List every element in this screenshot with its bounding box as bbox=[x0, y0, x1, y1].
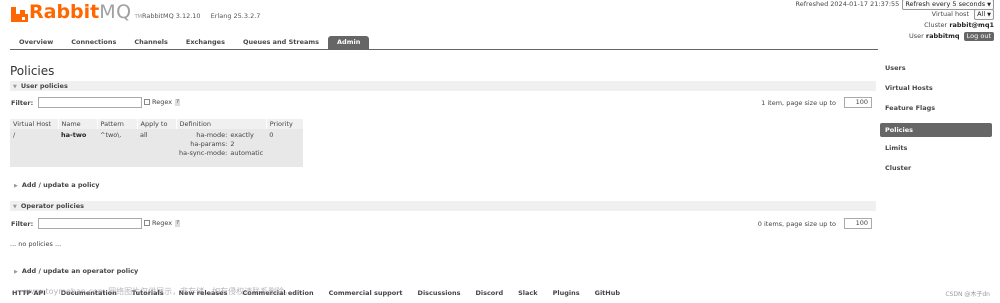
tab-divider bbox=[10, 49, 878, 50]
help-icon[interactable]: ? bbox=[175, 219, 181, 227]
operator-policies-filter-input[interactable] bbox=[38, 218, 142, 229]
logo-text-rabbit: Rabbit bbox=[29, 1, 100, 23]
expand-triangle-icon: ▶ bbox=[14, 269, 18, 275]
cell-pattern: ^two\. bbox=[97, 129, 137, 167]
filter-label: Filter: bbox=[11, 220, 34, 228]
cluster-label: Cluster bbox=[924, 21, 948, 29]
column-header[interactable]: Priority bbox=[266, 119, 304, 129]
definition-value: 2 bbox=[230, 140, 235, 148]
user-policies-table: Virtual Host Name Pattern Apply to Defin… bbox=[10, 119, 304, 167]
collapse-triangle-icon: ▼ bbox=[13, 84, 17, 90]
version-info: RabbitMQ 3.12.10 Erlang 25.3.2.7 bbox=[142, 12, 268, 20]
sidebar-item-users[interactable]: Users bbox=[880, 60, 992, 80]
regex-label: Regex bbox=[152, 219, 173, 227]
virtual-host-select[interactable]: All ▼ bbox=[974, 9, 994, 20]
definition-key: ha-sync-mode: bbox=[179, 149, 228, 157]
user-policies-filter-input[interactable] bbox=[38, 97, 142, 108]
definition-value: automatic bbox=[230, 149, 264, 157]
logo-trademark: TM bbox=[134, 14, 142, 20]
footer-link-commercial-support[interactable]: Commercial support bbox=[329, 289, 403, 297]
header-status: Refreshed 2024-01-17 21:37:55 Refresh ev… bbox=[796, 0, 994, 41]
collapse-triangle-icon: ▼ bbox=[13, 204, 17, 210]
cell-vhost: / bbox=[10, 129, 58, 167]
rabbitmq-logo[interactable]: Rabbit MQ TM bbox=[11, 3, 142, 22]
virtual-host-label: Virtual host bbox=[931, 10, 969, 18]
page-size-input[interactable]: 100 bbox=[844, 97, 872, 108]
regex-checkbox[interactable] bbox=[144, 220, 150, 226]
tab-connections[interactable]: Connections bbox=[62, 36, 125, 49]
footer-link-github[interactable]: GitHub bbox=[595, 289, 620, 297]
regex-option: Regex ? bbox=[144, 219, 181, 227]
sidebar-item-cluster[interactable]: Cluster bbox=[880, 160, 992, 180]
chevron-down-icon: ▼ bbox=[987, 12, 991, 18]
cell-policy-name[interactable]: ha-two bbox=[58, 129, 97, 167]
page-size-input[interactable]: 100 bbox=[844, 218, 872, 229]
sidebar-item-virtual-hosts[interactable]: Virtual Hosts bbox=[880, 80, 992, 100]
footer-link-discord[interactable]: Discord bbox=[475, 289, 503, 297]
cluster-name: rabbit@mq1 bbox=[949, 21, 994, 29]
footer-link-slack[interactable]: Slack bbox=[518, 289, 537, 297]
no-policies-message: ... no policies ... bbox=[10, 240, 62, 248]
rabbitmq-logo-icon bbox=[11, 7, 28, 22]
main-tabs: Overview Connections Channels Exchanges … bbox=[10, 36, 370, 49]
column-header[interactable]: Name bbox=[58, 119, 98, 129]
regex-checkbox[interactable] bbox=[144, 99, 150, 105]
definition-key: ha-params: bbox=[190, 140, 228, 148]
user-policies-header[interactable]: ▼ User policies bbox=[10, 81, 876, 91]
erlang-version: Erlang 25.3.2.7 bbox=[210, 12, 261, 20]
page-title: Policies bbox=[10, 64, 55, 78]
sidebar-item-limits[interactable]: Limits bbox=[880, 140, 992, 160]
definition-key: ha-mode: bbox=[196, 131, 228, 139]
definition-value: exactly bbox=[230, 131, 254, 139]
cell-apply-to: all bbox=[137, 129, 176, 167]
regex-option: Regex ? bbox=[144, 98, 181, 106]
tab-channels[interactable]: Channels bbox=[125, 36, 177, 49]
user-policies-filter-row: Filter: Regex ? 1 item, page size up to … bbox=[10, 97, 876, 109]
user-name: rabbitmq bbox=[925, 31, 960, 40]
pagination-info: 0 items, page size up to bbox=[757, 220, 836, 228]
watermark-text: www.toymoban.com 网络图片仅供展示，非存储，如有侵权请联系删除。 bbox=[24, 287, 293, 296]
logout-button[interactable]: Log out bbox=[963, 31, 994, 41]
tab-queues-and-streams[interactable]: Queues and Streams bbox=[234, 36, 328, 49]
chevron-down-icon: ▼ bbox=[987, 2, 991, 8]
admin-sidebar: Users Virtual Hosts Feature Flags Polici… bbox=[880, 60, 992, 180]
operator-policies-filter-row: Filter: Regex ? 0 items, page size up to… bbox=[10, 218, 876, 230]
regex-label: Regex bbox=[152, 98, 173, 106]
add-update-policy-toggle[interactable]: ▶ Add / update a policy bbox=[14, 181, 100, 189]
column-header[interactable]: Virtual Host bbox=[10, 119, 59, 129]
sidebar-item-feature-flags[interactable]: Feature Flags bbox=[880, 100, 992, 120]
footer-link-discussions[interactable]: Discussions bbox=[418, 289, 461, 297]
help-icon[interactable]: ? bbox=[175, 98, 181, 106]
expand-triangle-icon: ▶ bbox=[14, 183, 18, 189]
table-header-row: Virtual Host Name Pattern Apply to Defin… bbox=[10, 119, 304, 129]
add-update-operator-policy-toggle[interactable]: ▶ Add / update an operator policy bbox=[14, 267, 138, 275]
column-header[interactable]: Pattern bbox=[97, 119, 138, 129]
rabbitmq-version: RabbitMQ 3.12.10 bbox=[142, 12, 201, 20]
tab-admin[interactable]: Admin bbox=[328, 36, 370, 49]
tab-exchanges[interactable]: Exchanges bbox=[177, 36, 234, 49]
column-header[interactable]: Definition bbox=[176, 119, 267, 129]
filter-label: Filter: bbox=[11, 99, 34, 107]
pagination-info: 1 item, page size up to bbox=[761, 99, 836, 107]
user-label: User bbox=[909, 31, 924, 40]
operator-policies-header[interactable]: ▼ Operator policies bbox=[10, 201, 876, 211]
cell-definition: ha-mode: exactly ha-params: 2 ha-sync-mo… bbox=[176, 129, 267, 167]
tab-overview[interactable]: Overview bbox=[10, 36, 62, 49]
sidebar-item-policies[interactable]: Policies bbox=[880, 123, 992, 137]
table-row[interactable]: / ha-two ^two\. all ha-mode: exactly ha-… bbox=[10, 129, 304, 167]
cell-priority: 0 bbox=[266, 129, 304, 167]
csdn-credit: CSDN @木子dn bbox=[945, 291, 990, 298]
logo-text-mq: MQ bbox=[99, 1, 132, 23]
column-header[interactable]: Apply to bbox=[137, 119, 177, 129]
footer-link-plugins[interactable]: Plugins bbox=[553, 289, 580, 297]
refreshed-time: Refreshed 2024-01-17 21:37:55 bbox=[795, 0, 900, 9]
